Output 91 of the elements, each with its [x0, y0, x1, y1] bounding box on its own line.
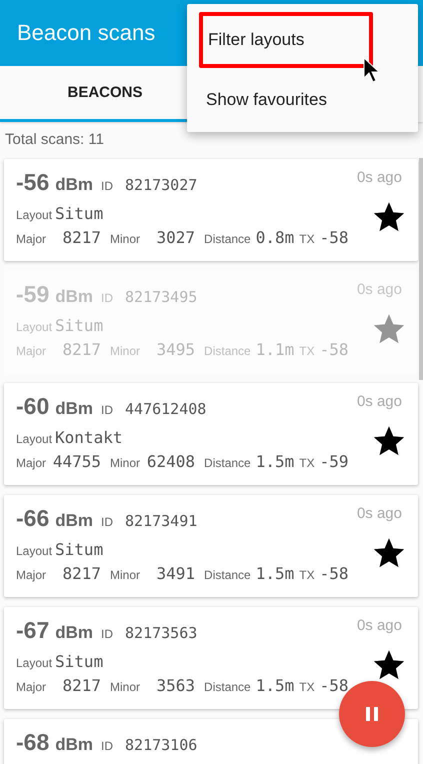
major-label: Major — [16, 344, 46, 358]
beacon-card[interactable]: -60 dBm ID 447612408 0s ago Layout Kontakt Major 44755 Minor 62408 Distance 1.5m TX -59 — [4, 383, 418, 485]
major-value: 8217 — [61, 564, 102, 583]
time-ago: 0s ago — [356, 169, 402, 186]
major-value: 8217 — [61, 340, 102, 359]
app-title: Beacon scans — [17, 20, 156, 46]
layout-label: Layout — [16, 320, 52, 334]
major-label: Major — [16, 680, 46, 694]
menu-item[interactable]: Filter layouts — [199, 12, 373, 68]
beacon-id: 447612408 — [125, 400, 206, 418]
minor-value: 3563 — [156, 676, 196, 695]
distance-value: 0.8m — [256, 228, 294, 247]
time-ago: 0s ago — [356, 393, 402, 410]
distance-label: Distance — [204, 232, 251, 246]
beacon-id: 82173027 — [125, 176, 198, 194]
distance-label: Distance — [204, 680, 251, 694]
minor-label: Minor — [110, 344, 140, 358]
tx-value: -58 — [320, 340, 348, 359]
total-scans: Total scans: 11 — [5, 130, 104, 148]
tx-value: -58 — [320, 676, 348, 695]
signal-unit: dBm — [55, 511, 94, 531]
minor-value: 62408 — [146, 452, 196, 471]
minor-value: 3027 — [156, 228, 196, 247]
signal-unit: dBm — [55, 735, 94, 755]
distance-value: 1.5m — [256, 564, 294, 583]
star-icon[interactable] — [374, 650, 404, 680]
signal-unit: dBm — [55, 623, 94, 643]
beacon-id: 82173563 — [125, 624, 198, 642]
beacon-card[interactable]: -68 dBm ID 82173106 — [4, 719, 418, 764]
signal-strength: -68 — [16, 729, 50, 756]
minor-label: Minor — [110, 232, 140, 246]
time-ago: 0s ago — [356, 617, 402, 634]
beacon-card[interactable]: -67 dBm ID 82173563 0s ago Layout Situm Major 8217 Minor 3563 Distance 1.5m TX -58 — [4, 607, 418, 709]
tx-value: -59 — [320, 452, 348, 471]
distance-label: Distance — [204, 344, 251, 358]
distance-value: 1.1m — [256, 340, 294, 359]
distance-label: Distance — [204, 568, 251, 582]
major-label: Major — [16, 456, 46, 470]
beacon-id: 82173106 — [125, 736, 198, 754]
id-label: ID — [101, 739, 114, 753]
signal-strength: -59 — [16, 281, 50, 308]
major-value: 8217 — [61, 676, 102, 695]
tx-label: TX — [299, 456, 315, 470]
id-label: ID — [101, 291, 114, 305]
signal-unit: dBm — [55, 175, 94, 195]
tx-label: TX — [299, 680, 315, 694]
signal-unit: dBm — [55, 287, 94, 307]
layout-name: Kontakt — [55, 428, 122, 447]
star-icon[interactable] — [374, 426, 404, 456]
layout-name: Situm — [55, 316, 104, 335]
id-label: ID — [101, 627, 114, 641]
tx-value: -58 — [320, 564, 348, 583]
layout-name: Situm — [55, 204, 104, 223]
scrollbar[interactable] — [419, 158, 423, 380]
signal-strength: -66 — [16, 505, 50, 532]
tx-value: -58 — [320, 228, 348, 247]
id-label: ID — [101, 515, 114, 529]
time-ago: 0s ago — [356, 505, 402, 522]
tx-label: TX — [299, 344, 315, 358]
signal-strength: -56 — [16, 169, 50, 196]
id-label: ID — [101, 403, 114, 417]
distance-label: Distance — [204, 456, 251, 470]
minor-label: Minor — [110, 568, 140, 582]
layout-label: Layout — [16, 544, 52, 558]
distance-value: 1.5m — [256, 676, 294, 695]
signal-strength: -60 — [16, 393, 50, 420]
star-icon[interactable] — [374, 202, 404, 232]
star-icon[interactable] — [374, 538, 404, 568]
minor-label: Minor — [110, 680, 140, 694]
minor-value: 3495 — [156, 340, 196, 359]
layout-label: Layout — [16, 432, 52, 446]
layout-label: Layout — [16, 208, 52, 222]
major-label: Major — [16, 232, 46, 246]
layout-label: Layout — [16, 656, 52, 670]
major-value: 44755 — [52, 452, 102, 471]
major-label: Major — [16, 568, 46, 582]
id-label: ID — [101, 179, 114, 193]
tx-label: TX — [299, 568, 315, 582]
minor-label: Minor — [110, 456, 140, 470]
beacon-card[interactable]: -56 dBm ID 82173027 0s ago Layout Situm Major 8217 Minor 3027 Distance 0.8m TX -58 — [4, 159, 418, 261]
minor-value: 3491 — [156, 564, 196, 583]
signal-unit: dBm — [55, 399, 94, 419]
beacon-id: 82173491 — [125, 512, 198, 530]
layout-name: Situm — [55, 540, 104, 559]
distance-value: 1.5m — [256, 452, 294, 471]
layout-name: Situm — [55, 652, 104, 671]
major-value: 8217 — [61, 228, 102, 247]
beacon-id: 82173495 — [125, 288, 198, 306]
tx-label: TX — [299, 232, 315, 246]
signal-strength: -67 — [16, 617, 50, 644]
beacon-card[interactable]: -66 dBm ID 82173491 0s ago Layout Situm Major 8217 Minor 3491 Distance 1.5m TX -58 — [4, 495, 418, 597]
